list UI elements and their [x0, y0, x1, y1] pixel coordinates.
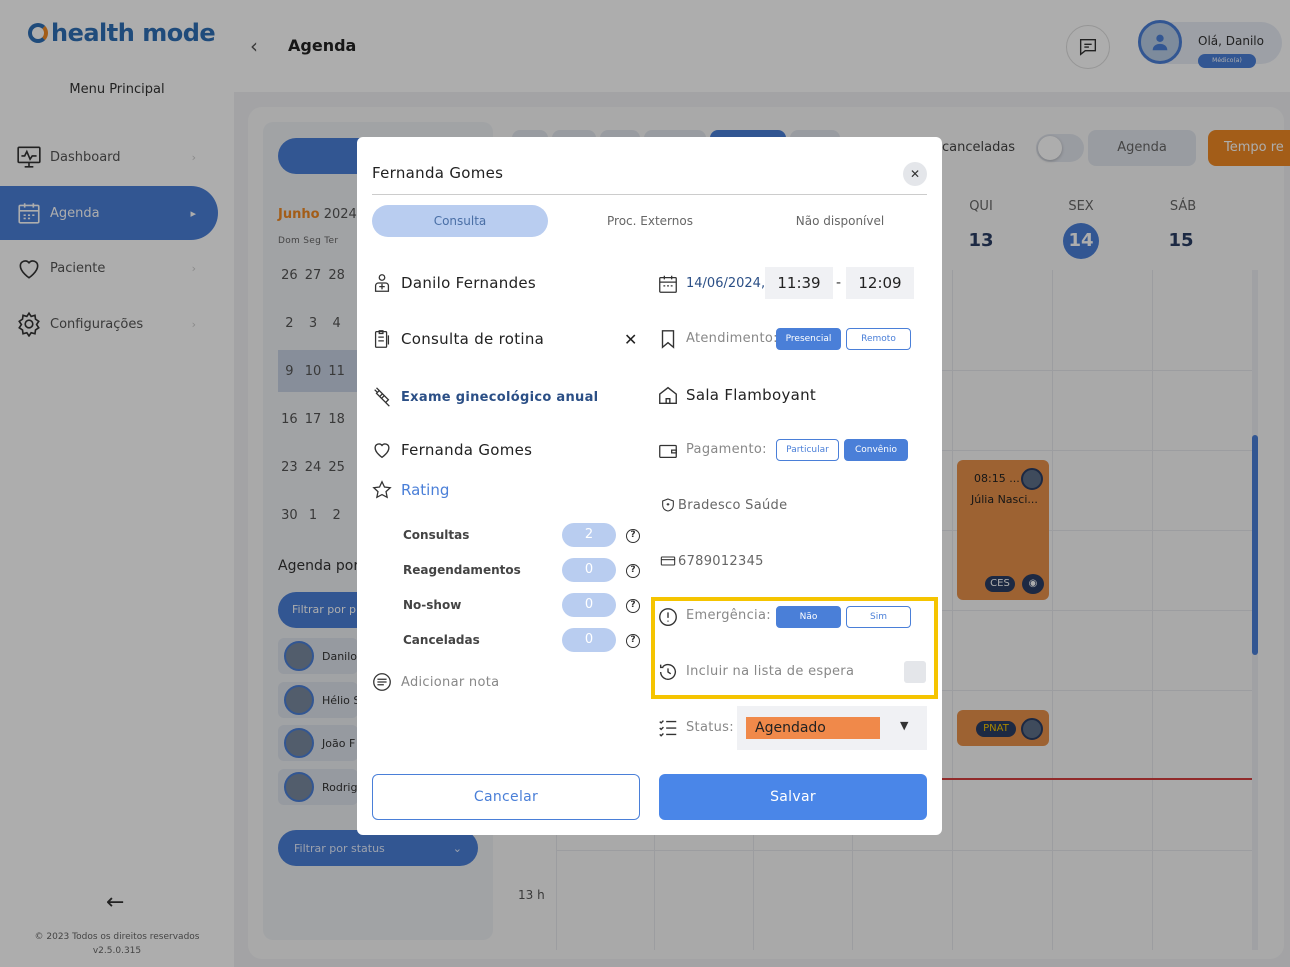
stat-label: Canceladas	[403, 633, 480, 647]
wallet-icon	[659, 444, 677, 459]
modal-title: Fernanda Gomes	[372, 164, 504, 182]
caret-down-icon[interactable]: ▼	[900, 719, 908, 732]
rating-section: Rating	[371, 479, 449, 501]
attendance-label: Atendimento:	[686, 331, 778, 346]
card-number-field[interactable]: 6789012345	[660, 553, 764, 569]
procedure-field[interactable]: Exame ginecológico anual	[371, 386, 598, 408]
payment-label: Pagamento:	[686, 442, 767, 457]
tab-proc-externos[interactable]: Proc. Externos	[562, 205, 738, 237]
help-icon[interactable]: ?	[626, 529, 640, 543]
end-time-input[interactable]: 12:09	[846, 267, 914, 299]
start-time-input[interactable]: 11:39	[765, 267, 833, 299]
help-icon[interactable]: ?	[626, 634, 640, 648]
card-icon	[660, 556, 676, 566]
stat-value: 0	[562, 593, 616, 617]
alert-icon	[659, 608, 677, 626]
clipboard-icon	[374, 330, 390, 348]
stat-value: 0	[562, 558, 616, 582]
appointment-type-field[interactable]: Consulta de rotina	[371, 328, 544, 350]
status-value: Agendado	[746, 717, 880, 739]
stat-value: 2	[562, 523, 616, 547]
attendance-remoto-button[interactable]: Remoto	[846, 328, 911, 350]
add-note-button[interactable]: Adicionar nota	[371, 671, 499, 693]
clock-icon	[659, 663, 676, 680]
close-icon: ✕	[909, 167, 921, 181]
add-note-label: Adicionar nota	[401, 674, 500, 690]
professional-name: Danilo Fernandes	[401, 274, 537, 292]
waitlist-checkbox[interactable]	[904, 661, 926, 683]
patient-field[interactable]: Fernanda Gomes	[371, 439, 532, 461]
status-label: Status:	[686, 720, 734, 735]
bookmark-icon	[661, 330, 675, 349]
syringe-icon	[374, 387, 390, 407]
insurance-field[interactable]: Bradesco Saúde	[660, 497, 787, 513]
payment-convenio-button[interactable]: Convênio	[844, 439, 908, 461]
shield-icon	[662, 498, 674, 512]
home-icon	[659, 386, 677, 404]
list-icon	[659, 720, 677, 737]
help-icon[interactable]: ?	[626, 564, 640, 578]
rating-label: Rating	[401, 481, 450, 499]
card-number-value: 6789012345	[678, 553, 764, 569]
attendance-presencial-button[interactable]: Presencial	[776, 328, 841, 350]
stat-label: No-show	[403, 598, 462, 612]
save-button[interactable]: Salvar	[659, 774, 927, 820]
patient-name: Fernanda Gomes	[401, 441, 533, 459]
doctor-icon	[374, 274, 390, 292]
tab-consulta[interactable]: Consulta	[372, 205, 548, 237]
emergency-sim-button[interactable]: Sim	[846, 606, 911, 628]
emergency-nao-button[interactable]: Não	[776, 606, 841, 628]
help-icon[interactable]: ?	[626, 599, 640, 613]
calendar-icon	[659, 275, 677, 293]
clear-icon[interactable]: ✕	[624, 330, 637, 349]
divider	[372, 194, 927, 195]
heart-icon	[374, 443, 390, 459]
cancel-button[interactable]: Cancelar	[372, 774, 640, 820]
procedure-value: Exame ginecológico anual	[401, 389, 599, 405]
room-value[interactable]: Sala Flamboyant	[686, 386, 816, 404]
emergency-label: Emergência:	[686, 608, 771, 623]
stat-value: 0	[562, 628, 616, 652]
professional-field[interactable]: Danilo Fernandes	[371, 272, 536, 294]
note-icon	[373, 673, 391, 691]
appointment-type-value: Consulta de rotina	[401, 330, 545, 348]
stat-label: Reagendamentos	[403, 563, 521, 577]
stat-label: Consultas	[403, 528, 470, 542]
payment-particular-button[interactable]: Particular	[776, 439, 839, 461]
insurance-value: Bradesco Saúde	[678, 497, 788, 513]
date-value: 14/06/2024	[686, 276, 761, 291]
star-icon	[372, 480, 392, 499]
time-separator: -	[836, 275, 842, 291]
close-button[interactable]: ✕	[903, 162, 927, 186]
waitlist-label: Incluir na lista de espera	[686, 664, 855, 679]
tab-nao-disponivel[interactable]: Não disponível	[752, 205, 928, 237]
date-input[interactable]: 14/06/2024,	[686, 276, 765, 291]
